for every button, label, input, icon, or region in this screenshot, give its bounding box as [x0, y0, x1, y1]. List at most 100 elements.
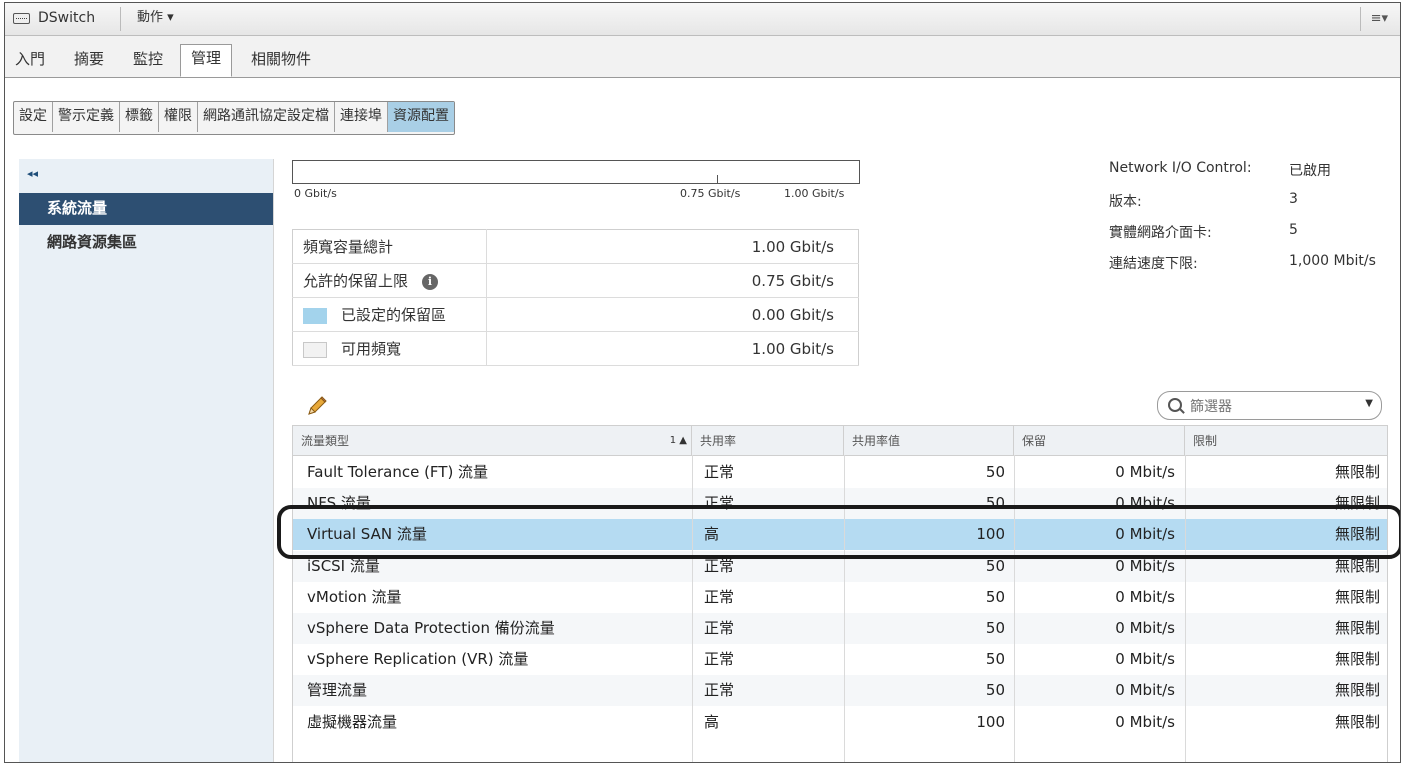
subtab-tags[interactable]: 標籤: [120, 102, 159, 132]
shares-cell: 正常: [704, 556, 735, 575]
share-value-cell: 50: [985, 556, 1005, 575]
table-row[interactable]: 虛擬機器流量 高 100 0 Mbit/s 無限制: [293, 707, 1387, 738]
reservation-cell: 0 Mbit/s: [1115, 712, 1175, 731]
subtab-alarm-definitions[interactable]: 警示定義: [53, 102, 120, 132]
bandwidth-label-min: 0 Gbit/s: [294, 187, 337, 200]
table-row[interactable]: vSphere Data Protection 備份流量 正常 50 0 Mbit/s…: [293, 613, 1387, 644]
limit-cell: 無限制: [1334, 712, 1380, 731]
tab-manage[interactable]: 管理: [180, 44, 233, 77]
share-value-cell: 50: [985, 650, 1005, 669]
summary-row: 已設定的保留區 0.00 Gbit/s: [292, 297, 859, 332]
bandwidth-label-max: 1.00 Gbit/s: [784, 187, 845, 200]
traffic-type-cell: NFS 流量: [307, 494, 371, 513]
traffic-type-cell: iSCSI 流量: [307, 556, 380, 575]
actions-menu[interactable]: 動作 ▾: [137, 3, 174, 35]
title-bar: DSwitch 動作 ▾ ≡▾: [5, 3, 1400, 36]
limit-cell: 無限制: [1334, 525, 1380, 544]
bandwidth-baseline: [292, 183, 860, 184]
summary-label-cell: 已設定的保留區: [292, 297, 487, 332]
subtab-resource-allocation[interactable]: 資源配置: [388, 102, 454, 132]
summary-row: 允許的保留上限 i 0.75 Gbit/s: [292, 263, 859, 298]
tab-getting-started[interactable]: 入門: [15, 46, 45, 77]
info-key: Network I/O Control:: [1109, 160, 1252, 176]
bandwidth-summary-table: 頻寬容量總計 1.00 Gbit/s 允許的保留上限 i 0.75 Gbit/s …: [292, 229, 859, 366]
summary-row: 頻寬容量總計 1.00 Gbit/s: [292, 229, 859, 264]
reserved-swatch: [303, 307, 327, 324]
tab-summary[interactable]: 摘要: [74, 46, 104, 77]
subtab-settings[interactable]: 設定: [14, 102, 53, 132]
sort-ascending-icon: 1 ▲: [669, 435, 687, 446]
reservation-cell: 0 Mbit/s: [1115, 619, 1175, 637]
table-row[interactable]: Virtual SAN 流量 高 100 0 Mbit/s 無限制: [293, 519, 1387, 551]
info-value: 3: [1289, 191, 1298, 207]
traffic-type-cell: 管理流量: [307, 681, 368, 700]
limit-cell: 無限制: [1334, 619, 1380, 637]
search-icon: [1168, 398, 1182, 412]
summary-row: 可用頻寬 1.00 Gbit/s: [292, 331, 859, 366]
table-row[interactable]: NFS 流量 正常 50 0 Mbit/s 無限制: [293, 488, 1387, 520]
info-key: 版本:: [1109, 194, 1142, 210]
available-swatch: [303, 341, 327, 358]
collapse-panel-icon[interactable]: ◂◂: [27, 167, 38, 180]
info-key: 實體網路介面卡:: [1109, 225, 1212, 241]
reservation-cell: 0 Mbit/s: [1115, 587, 1175, 606]
traffic-type-cell: vSphere Replication (VR) 流量: [307, 650, 529, 669]
summary-value: 1.00 Gbit/s: [486, 229, 859, 264]
subtab-ports[interactable]: 連接埠: [335, 102, 388, 132]
column-header-shares[interactable]: 共用率: [692, 426, 844, 455]
tab-related-objects[interactable]: 相關物件: [251, 46, 311, 77]
table-row[interactable]: Fault Tolerance (FT) 流量 正常 50 0 Mbit/s 無限制: [293, 457, 1387, 488]
shares-cell: 正常: [704, 494, 735, 513]
title-divider: [120, 7, 121, 31]
table-row[interactable]: vMotion 流量 正常 50 0 Mbit/s 無限制: [293, 582, 1387, 613]
bandwidth-bar: [292, 160, 860, 184]
reservation-cell: 0 Mbit/s: [1115, 556, 1175, 575]
column-header-limit[interactable]: 限制: [1185, 426, 1387, 455]
nav-item-system-traffic[interactable]: 系統流量: [19, 193, 273, 225]
filter-input[interactable]: [1188, 395, 1352, 418]
resource-allocation-nav: ◂◂ 系統流量 網路資源集區: [19, 159, 274, 762]
column-header-reservation[interactable]: 保留: [1014, 426, 1185, 455]
summary-value: 1.00 Gbit/s: [486, 331, 859, 366]
column-header-traffic-type[interactable]: 流量類型 1 ▲: [293, 426, 692, 455]
shares-cell: 正常: [704, 587, 735, 606]
summary-label: 頻寬容量總計: [292, 229, 487, 264]
table-row[interactable]: 管理流量 正常 50 0 Mbit/s 無限制: [293, 675, 1387, 707]
column-header-label: 流量類型: [301, 434, 350, 448]
share-value-cell: 50: [985, 494, 1005, 513]
menu-icon[interactable]: ≡▾: [1371, 11, 1388, 26]
info-icon[interactable]: i: [422, 273, 439, 290]
tab-monitor[interactable]: 監控: [133, 46, 163, 77]
column-header-share-value[interactable]: 共用率值: [844, 426, 1014, 455]
shares-cell: 高: [704, 712, 720, 731]
table-row[interactable]: vSphere Replication (VR) 流量 正常 50 0 Mbit/s 無…: [293, 644, 1387, 675]
nav-item-network-resource-pools[interactable]: 網路資源集區: [19, 227, 273, 259]
manage-subtabs: 設定 警示定義 標籤 權限 網路通訊協定設定檔 連接埠 資源配置: [13, 101, 455, 135]
shares-cell: 正常: [704, 463, 735, 481]
traffic-type-cell: Virtual SAN 流量: [307, 525, 427, 544]
info-value: 1,000 Mbit/s: [1289, 253, 1376, 269]
summary-value: 0.75 Gbit/s: [486, 263, 859, 298]
edit-pencil-icon[interactable]: [306, 395, 328, 421]
column-divider: [1014, 455, 1015, 762]
share-value-cell: 100: [976, 525, 1005, 544]
share-value-cell: 50: [985, 681, 1005, 700]
subtab-permissions[interactable]: 權限: [159, 102, 198, 132]
summary-label: 允許的保留上限: [303, 272, 409, 290]
summary-value: 0.00 Gbit/s: [486, 297, 859, 332]
limit-cell: 無限制: [1334, 587, 1380, 606]
filter-dropdown-icon[interactable]: ▼: [1365, 398, 1373, 409]
title-divider: [1360, 7, 1361, 31]
info-value: 已啟用: [1289, 163, 1331, 179]
table-row[interactable]: iSCSI 流量 正常 50 0 Mbit/s 無限制: [293, 550, 1387, 582]
bandwidth-label-reserve-max: 0.75 Gbit/s: [680, 187, 741, 200]
limit-cell: 無限制: [1334, 463, 1380, 481]
limit-cell: 無限制: [1334, 556, 1380, 575]
share-value-cell: 50: [985, 587, 1005, 606]
subtab-network-protocol-profiles[interactable]: 網路通訊協定設定檔: [198, 102, 335, 132]
traffic-type-cell: 虛擬機器流量: [307, 712, 398, 731]
reservation-cell: 0 Mbit/s: [1115, 681, 1175, 700]
column-divider: [844, 455, 845, 762]
bandwidth-tick: [717, 175, 718, 184]
summary-label-cell: 允許的保留上限 i: [292, 263, 487, 298]
